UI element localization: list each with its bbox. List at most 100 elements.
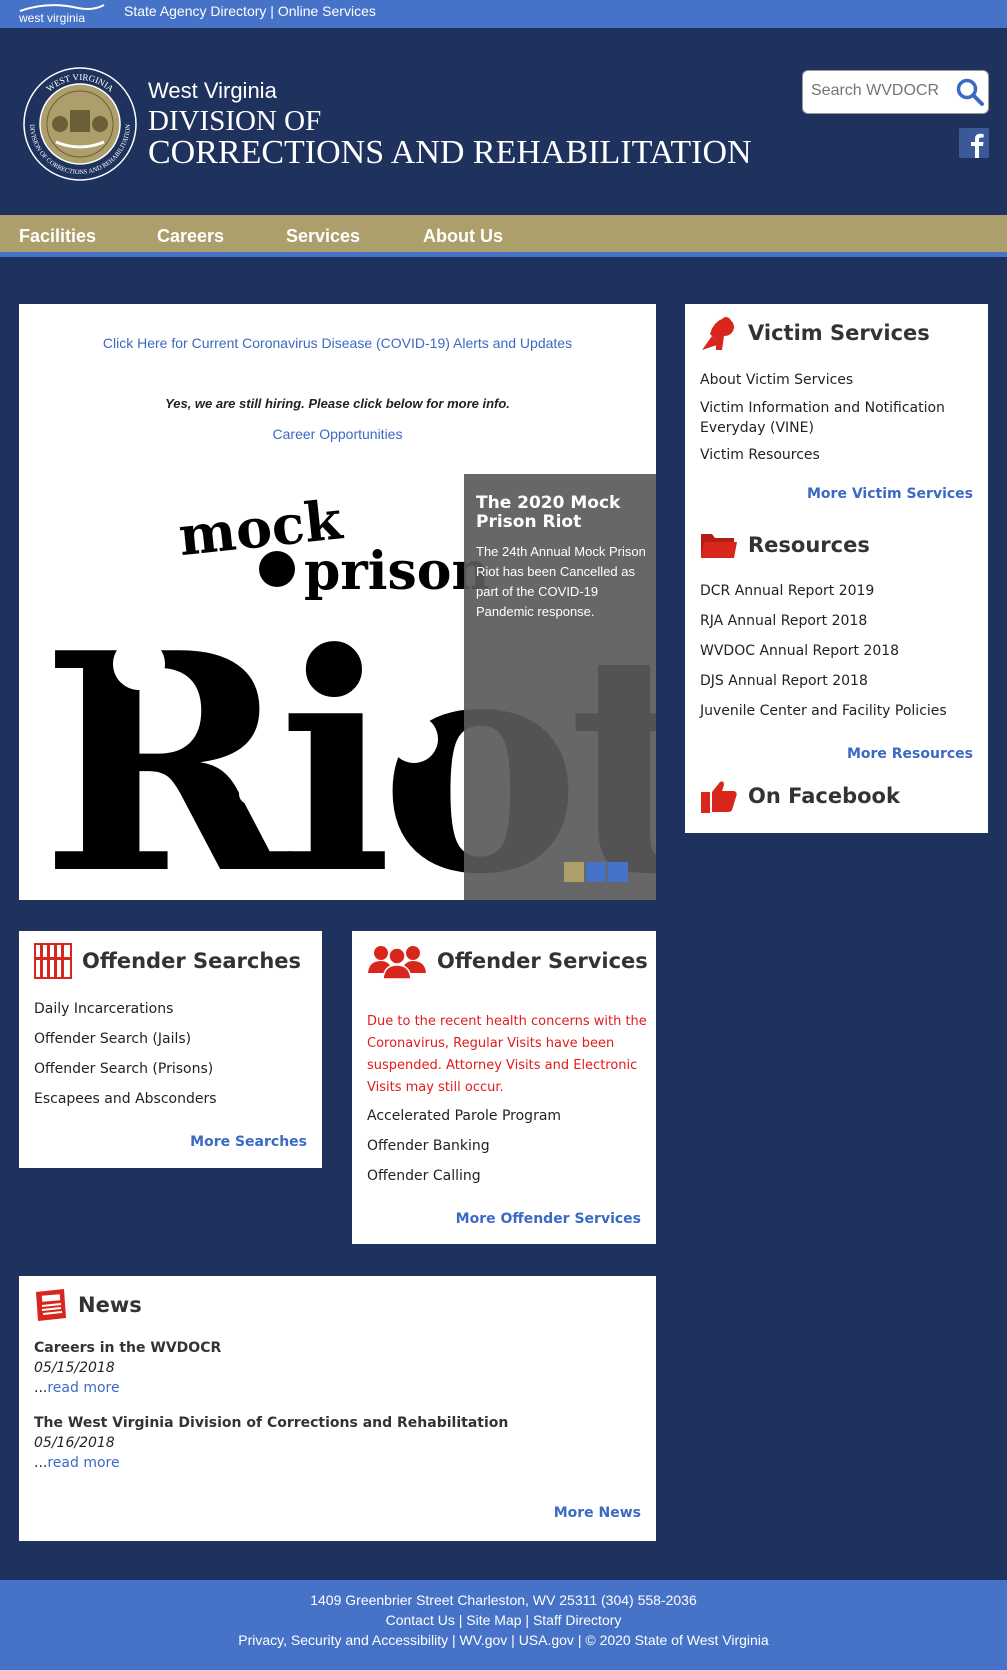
facebook-title: On Facebook xyxy=(748,784,900,808)
news-panel: News Careers in the WVDOCR 05/15/2018 ..… xyxy=(19,1276,656,1541)
contact-us-link[interactable]: Contact Us xyxy=(386,1612,455,1628)
separator: | xyxy=(270,3,278,19)
resource-item[interactable]: WVDOC Annual Report 2018 xyxy=(700,641,899,661)
state-links: State Agency Directory | Online Services xyxy=(124,3,376,19)
site-footer: 1409 Greenbrier Street Charleston, WV 25… xyxy=(0,1580,1007,1670)
news-item-title[interactable]: Careers in the WVDOCR xyxy=(34,1340,221,1356)
resources-heading: Resources xyxy=(700,530,870,560)
more-searches-link[interactable]: More Searches xyxy=(190,1134,307,1150)
agency-directory-link[interactable]: State Agency Directory xyxy=(124,3,266,19)
search-item[interactable]: Daily Incarcerations xyxy=(34,999,173,1019)
nav-facilities[interactable]: Facilities xyxy=(19,226,96,247)
resource-item[interactable]: RJA Annual Report 2018 xyxy=(700,611,867,631)
prison-bars-icon xyxy=(34,943,72,979)
offender-searches-title: Offender Searches xyxy=(82,949,302,973)
search-item[interactable]: Offender Search (Prisons) xyxy=(34,1059,213,1079)
ellipsis: ... xyxy=(34,1380,48,1396)
offender-services-heading: Offender Services xyxy=(367,943,648,979)
site-header: WEST VIRGINIA DIVISION OF CORRECTIONS AN… xyxy=(0,28,1007,215)
slide-dot-3[interactable] xyxy=(608,862,628,882)
facebook-icon[interactable] xyxy=(959,128,989,158)
agency-name[interactable]: West Virginia DIVISION OF CORRECTIONS AN… xyxy=(148,78,752,170)
slide-title: The 2020 Mock Prison Riot xyxy=(476,493,621,532)
nav-services[interactable]: Services xyxy=(286,226,360,247)
service-item[interactable]: Offender Calling xyxy=(367,1166,481,1186)
resource-item[interactable]: Juvenile Center and Facility Policies xyxy=(700,701,947,721)
privacy-link[interactable]: Privacy, Security and Accessibility xyxy=(238,1632,448,1648)
footer-links-row: Contact Us | Site Map | Staff Directory xyxy=(0,1612,1007,1628)
nav-about-us[interactable]: About Us xyxy=(423,226,503,247)
slide-dot-2[interactable] xyxy=(586,862,606,882)
service-item[interactable]: Offender Banking xyxy=(367,1136,490,1156)
west-virginia-logo[interactable]: west virginia xyxy=(18,3,106,25)
visits-suspended-notice: Due to the recent health concerns with t… xyxy=(367,1014,647,1095)
wv-logo-text: west virginia xyxy=(19,11,86,25)
news-heading: News xyxy=(34,1288,142,1322)
people-group-icon xyxy=(368,946,426,979)
ellipsis: ... xyxy=(34,1455,48,1471)
offender-searches-heading: Offender Searches xyxy=(34,943,301,979)
offender-searches-panel: Offender Searches Daily Incarcerations O… xyxy=(19,931,322,1168)
folder-icon xyxy=(701,534,737,558)
victim-services-icon xyxy=(702,317,734,350)
victim-item-about[interactable]: About Victim Services xyxy=(700,370,853,390)
victim-services-title: Victim Services xyxy=(748,321,930,345)
agency-line-division: DIVISION OF xyxy=(148,105,322,137)
thumbs-up-icon xyxy=(701,781,737,813)
resource-item[interactable]: DCR Annual Report 2019 xyxy=(700,581,874,601)
copyright: © 2020 State of West Virginia xyxy=(585,1632,769,1648)
victim-services-heading: Victim Services xyxy=(700,314,930,352)
nav-careers[interactable]: Careers xyxy=(157,226,224,247)
separator: | xyxy=(511,1632,519,1648)
usa-gov-link[interactable]: USA.gov xyxy=(519,1632,574,1648)
service-item[interactable]: Accelerated Parole Program xyxy=(367,1106,561,1126)
search-icon[interactable] xyxy=(955,77,985,107)
slide-body: The 24th Annual Mock Prison Riot has bee… xyxy=(476,544,646,619)
read-more-link[interactable]: read more xyxy=(47,1380,119,1396)
agency-seal-icon[interactable]: WEST VIRGINIA DIVISION OF CORRECTIONS AN… xyxy=(22,66,138,182)
search-box xyxy=(802,70,989,114)
newspaper-icon xyxy=(36,1289,66,1321)
slide-caption: The 2020 Mock Prison Riot The 24th Annua… xyxy=(464,474,656,900)
search-item[interactable]: Offender Search (Jails) xyxy=(34,1029,191,1049)
victim-item-vine[interactable]: Victim Information and Notification Ever… xyxy=(700,398,975,438)
covid-alert-link[interactable]: Click Here for Current Coronavirus Disea… xyxy=(19,335,656,351)
more-victim-services-link[interactable]: More Victim Services xyxy=(807,486,973,502)
career-opportunities-link[interactable]: Career Opportunities xyxy=(19,426,656,442)
news-item-title[interactable]: The West Virginia Division of Correction… xyxy=(34,1415,508,1431)
site-map-link[interactable]: Site Map xyxy=(466,1612,521,1628)
sidebar-panel: Victim Services About Victim Services Vi… xyxy=(685,304,988,833)
news-item-readmore: ...read more xyxy=(34,1455,120,1471)
news-item-date: 05/15/2018 xyxy=(34,1360,115,1376)
search-item[interactable]: Escapees and Absconders xyxy=(34,1089,217,1109)
footer-address: 1409 Greenbrier Street Charleston, WV 25… xyxy=(310,1592,697,1608)
hiring-notice: Yes, we are still hiring. Please click b… xyxy=(165,396,510,411)
news-item-date: 05/16/2018 xyxy=(34,1435,115,1451)
footer-legal-row: Privacy, Security and Accessibility | WV… xyxy=(0,1632,1007,1648)
wv-gov-link[interactable]: WV.gov xyxy=(460,1632,508,1648)
more-news-link[interactable]: More News xyxy=(554,1505,641,1521)
victim-item-resources[interactable]: Victim Resources xyxy=(700,445,820,465)
offender-services-title: Offender Services xyxy=(437,949,648,973)
agency-line-state: West Virginia xyxy=(148,78,277,103)
news-title: News xyxy=(78,1293,142,1317)
search-input[interactable] xyxy=(811,82,951,100)
resources-title: Resources xyxy=(748,533,870,557)
resource-item[interactable]: DJS Annual Report 2018 xyxy=(700,671,868,691)
offender-services-panel: Offender Services Due to the recent heal… xyxy=(352,931,656,1244)
more-resources-link[interactable]: More Resources xyxy=(847,746,973,762)
separator: | xyxy=(525,1612,533,1628)
staff-directory-link[interactable]: Staff Directory xyxy=(533,1612,621,1628)
facebook-heading[interactable]: On Facebook xyxy=(700,778,900,814)
slide-dot-1[interactable] xyxy=(564,862,584,882)
online-services-link[interactable]: Online Services xyxy=(278,3,376,19)
state-bar: west virginia State Agency Directory | O… xyxy=(0,0,1007,28)
agency-line-corrections: CORRECTIONS AND REHABILITATION xyxy=(148,134,752,171)
news-item-readmore: ...read more xyxy=(34,1380,120,1396)
separator: | xyxy=(452,1632,460,1648)
more-offender-services-link[interactable]: More Offender Services xyxy=(456,1211,641,1227)
read-more-link[interactable]: read more xyxy=(47,1455,119,1471)
main-nav: Facilities Careers Services About Us xyxy=(0,215,1007,257)
feature-panel: Click Here for Current Coronavirus Disea… xyxy=(19,304,656,900)
slideshow[interactable]: mock prison Riot The 2020 Mock Prison Ri… xyxy=(19,474,656,900)
